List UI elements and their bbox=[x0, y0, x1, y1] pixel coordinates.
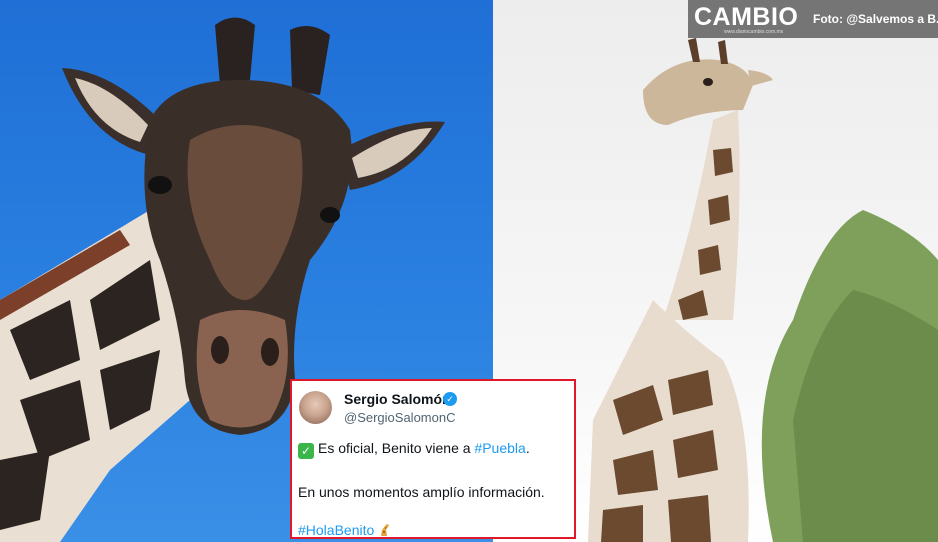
giraffe-emoji-icon bbox=[381, 524, 390, 536]
tweet-text-line-2: En unos momentos amplío información. bbox=[298, 484, 545, 500]
tweet-author-handle[interactable]: @SergioSalomonC bbox=[344, 410, 455, 425]
verified-badge-icon: ✓ bbox=[443, 392, 457, 406]
tweet-author-name[interactable]: Sergio Salomón bbox=[344, 391, 451, 407]
tweet-text-suffix: . bbox=[525, 440, 530, 456]
cambio-url: www.diariocambio.com.mx bbox=[724, 29, 784, 35]
hashtag-holabenito-link[interactable]: #HolaBenito bbox=[298, 522, 374, 537]
cambio-logo: CAMBIO bbox=[694, 3, 799, 31]
tweet-card: Sergio Salomón ✓ @SergioSalomonC ✓ Es ofi… bbox=[290, 379, 576, 539]
tweet-text-prefix: Es oficial, Benito viene a bbox=[318, 440, 475, 456]
cambio-watermark: CAMBIO www.diariocambio.com.mx Foto: @Sa… bbox=[688, 0, 938, 38]
tweet-text-line-1: ✓ Es oficial, Benito viene a #Puebla. bbox=[298, 440, 530, 459]
avatar[interactable] bbox=[299, 391, 332, 424]
tweet-hashtag-line: #HolaBenito bbox=[298, 522, 392, 537]
check-mark-icon: ✓ bbox=[298, 443, 314, 459]
photo-credit: Foto: @Salvemos a B. bbox=[813, 12, 938, 26]
hashtag-puebla-link[interactable]: #Puebla bbox=[474, 440, 525, 456]
